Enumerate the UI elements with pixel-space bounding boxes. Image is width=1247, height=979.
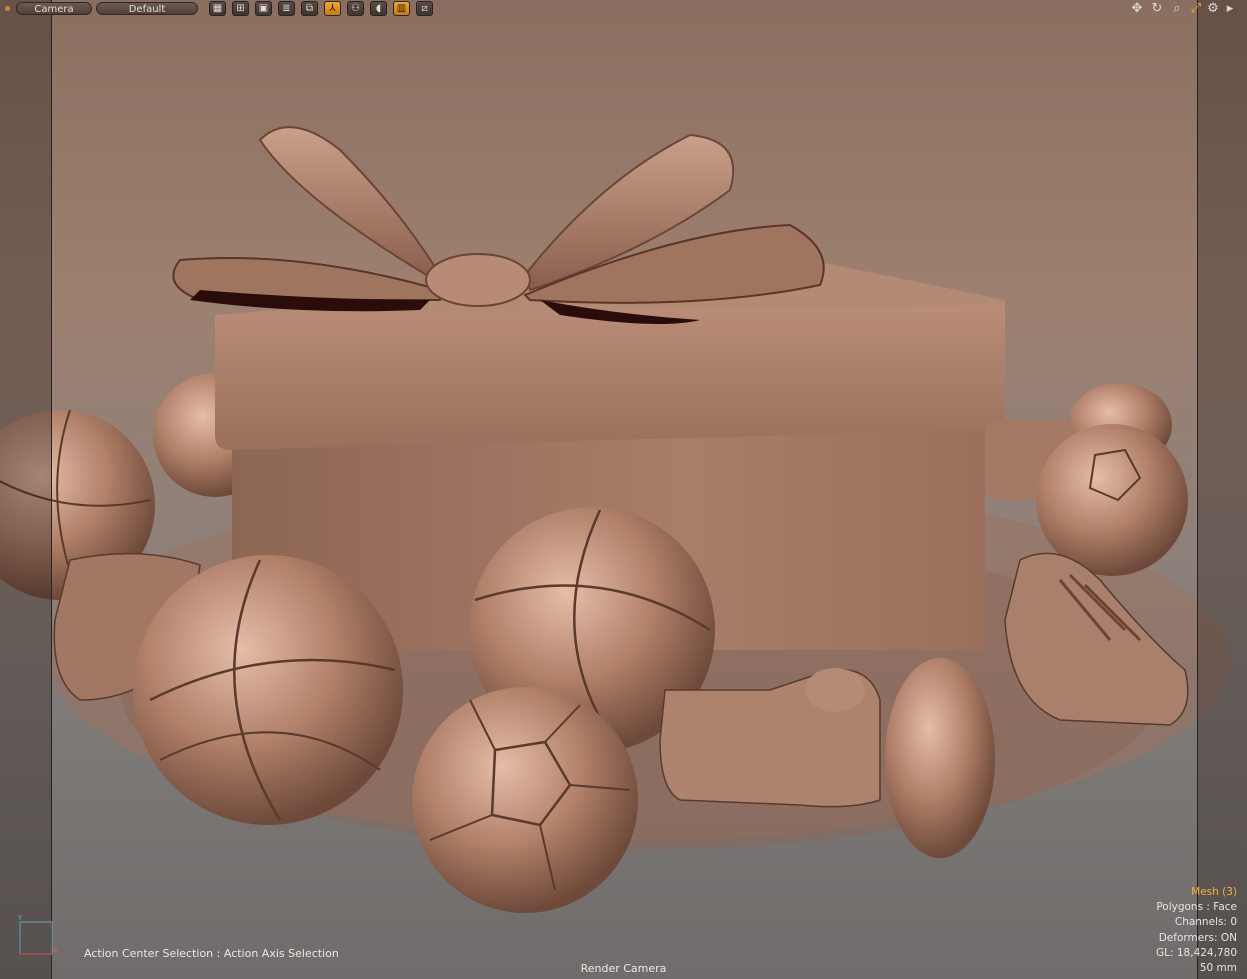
orbit-icon[interactable]: ↻ bbox=[1149, 1, 1165, 16]
light-icon[interactable]: ◖ bbox=[370, 1, 387, 16]
bow-left-loop bbox=[258, 126, 442, 282]
action-center-status: Action Center Selection : Action Axis Se… bbox=[84, 947, 339, 960]
checker-icon[interactable]: ▦ bbox=[209, 1, 226, 16]
hud-polygons: Polygons : Face bbox=[1156, 901, 1237, 914]
safe-frame-right bbox=[1197, 0, 1198, 979]
hud-channels: Channels: 0 bbox=[1174, 916, 1237, 929]
hud-deformers: Deformers: ON bbox=[1158, 931, 1237, 944]
bow-knot bbox=[425, 253, 531, 307]
safe-frame-left bbox=[51, 0, 52, 979]
frame-icon[interactable]: ⧉ bbox=[301, 1, 318, 16]
axis-y-label: Y bbox=[17, 914, 23, 922]
axis-x-label: X bbox=[53, 946, 58, 954]
soccer-ball-right bbox=[1036, 424, 1188, 576]
soccer-ball-front bbox=[412, 687, 638, 913]
viewport-menu-dot[interactable] bbox=[5, 6, 10, 11]
wire-box-icon[interactable]: ▣ bbox=[255, 1, 272, 16]
camera-mask-left bbox=[0, 0, 51, 979]
grid-quad-icon[interactable]: ⊞ bbox=[232, 1, 249, 16]
viewport-toolbar: Camera Default ▦ ⊞ ▣ ≣ ⧉ ⅄ ⚇ ◖ ▥ ⧄ ✥ ↻ ⌕… bbox=[0, 0, 1247, 18]
camera-select[interactable]: Camera bbox=[16, 2, 92, 15]
render-camera-label: Render Camera bbox=[580, 962, 667, 975]
lock-layer-icon[interactable]: ▥ bbox=[393, 1, 410, 16]
maximize-icon[interactable]: ⤢ bbox=[1188, 1, 1204, 16]
scene-render bbox=[0, 126, 1230, 913]
3d-viewport[interactable]: Camera Default ▦ ⊞ ▣ ≣ ⧉ ⅄ ⚇ ◖ ▥ ⧄ ✥ ↻ ⌕… bbox=[0, 0, 1247, 979]
axis-icon[interactable]: ⅄ bbox=[324, 1, 341, 16]
camera-mask-right bbox=[1197, 0, 1247, 979]
slash-box-icon[interactable]: ⧄ bbox=[416, 1, 433, 16]
hud-mesh: Mesh (3) bbox=[1191, 886, 1237, 898]
figures-icon[interactable]: ⚇ bbox=[347, 1, 364, 16]
gear-icon[interactable]: ⚙ bbox=[1205, 1, 1221, 16]
hud-gl: GL: 18,424,780 bbox=[1156, 946, 1237, 959]
axis-gizmo: Y X bbox=[17, 914, 58, 955]
zoom-icon[interactable]: ⌕ bbox=[1169, 1, 1185, 16]
pan-icon[interactable]: ✥ bbox=[1129, 1, 1145, 16]
gift-lid bbox=[215, 305, 1005, 450]
shading-preset-select[interactable]: Default bbox=[96, 2, 198, 15]
menu-arrow-icon[interactable]: ▸ bbox=[1222, 1, 1238, 16]
stripes-icon[interactable]: ≣ bbox=[278, 1, 295, 16]
